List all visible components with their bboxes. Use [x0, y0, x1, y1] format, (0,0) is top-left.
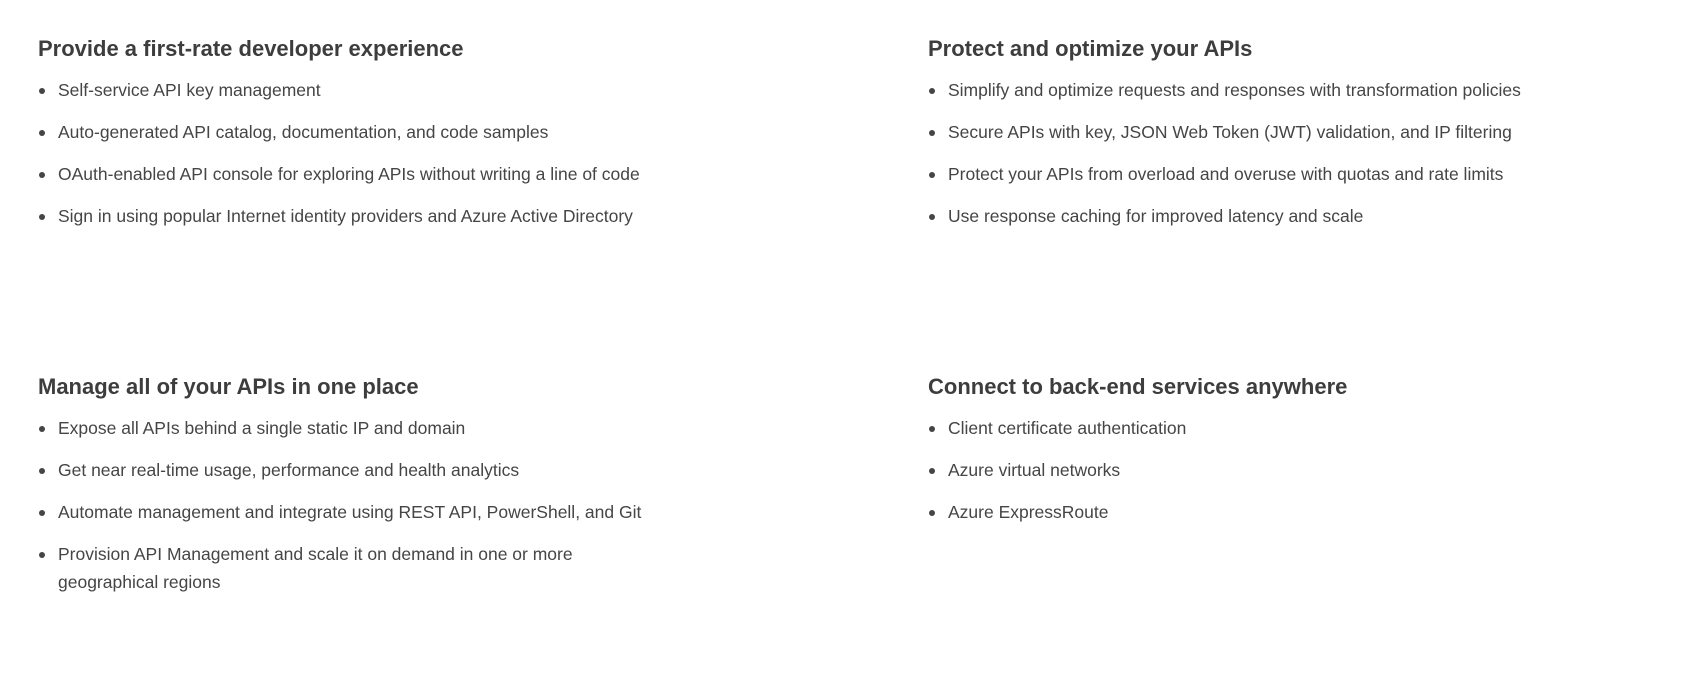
list-item-text: Protect your APIs from overload and over…	[948, 164, 1504, 184]
bullet-icon	[39, 468, 45, 474]
bullet-icon	[39, 510, 45, 516]
list-item: Expose all APIs behind a single static I…	[38, 414, 648, 442]
bullet-icon	[929, 214, 935, 220]
feature-list: Simplify and optimize requests and respo…	[928, 76, 1538, 230]
bullet-icon	[929, 468, 935, 474]
list-item-text: Use response caching for improved latenc…	[948, 206, 1364, 226]
list-item-text: Azure ExpressRoute	[948, 502, 1109, 522]
list-item-text: Secure APIs with key, JSON Web Token (JW…	[948, 122, 1512, 142]
bullet-icon	[39, 172, 45, 178]
list-item-text: Azure virtual networks	[948, 460, 1121, 480]
list-item-text: Self-service API key management	[58, 80, 321, 100]
section-connect-backend: Connect to back-end services anywhere Cli…	[928, 372, 1538, 540]
feature-list: Self-service API key management Auto-gene…	[38, 76, 648, 230]
list-item: Secure APIs with key, JSON Web Token (JW…	[928, 118, 1538, 146]
bullet-icon	[929, 88, 935, 94]
list-item: Get near real-time usage, performance an…	[38, 456, 648, 484]
bullet-icon	[929, 510, 935, 516]
list-item-text: OAuth-enabled API console for exploring …	[58, 164, 640, 184]
list-item-text: Expose all APIs behind a single static I…	[58, 418, 466, 438]
list-item: Client certificate authentication	[928, 414, 1538, 442]
section-title: Manage all of your APIs in one place	[38, 374, 419, 399]
list-item-text: Simplify and optimize requests and respo…	[948, 80, 1521, 100]
list-item: Sign in using popular Internet identity …	[38, 202, 648, 230]
bullet-icon	[39, 130, 45, 136]
bullet-icon	[39, 88, 45, 94]
list-item-text: Auto-generated API catalog, documentatio…	[58, 122, 549, 142]
list-item: Provision API Management and scale it on…	[38, 540, 648, 596]
bullet-icon	[39, 426, 45, 432]
section-developer-experience: Provide a first-rate developer experienc…	[38, 34, 648, 244]
list-item: Azure ExpressRoute	[928, 498, 1538, 526]
section-title: Protect and optimize your APIs	[928, 36, 1253, 61]
bullet-icon	[929, 130, 935, 136]
feature-list: Client certificate authentication Azure v…	[928, 414, 1538, 526]
list-item: Use response caching for improved latenc…	[928, 202, 1538, 230]
bullet-icon	[929, 172, 935, 178]
section-protect-optimize: Protect and optimize your APIs Simplify a…	[928, 34, 1538, 244]
list-item-text: Sign in using popular Internet identity …	[58, 206, 633, 226]
list-item-text: Provision API Management and scale it on…	[58, 544, 573, 592]
list-item: OAuth-enabled API console for exploring …	[38, 160, 648, 188]
list-item: Self-service API key management	[38, 76, 648, 104]
section-title: Connect to back-end services anywhere	[928, 374, 1348, 399]
list-item-text: Client certificate authentication	[948, 418, 1187, 438]
list-item-text: Automate management and integrate using …	[58, 502, 642, 522]
section-manage-apis: Manage all of your APIs in one place Expo…	[38, 372, 648, 610]
bullet-icon	[39, 214, 45, 220]
list-item: Simplify and optimize requests and respo…	[928, 76, 1538, 104]
list-item: Automate management and integrate using …	[38, 498, 648, 526]
bullet-icon	[39, 552, 45, 558]
section-title: Provide a first-rate developer experienc…	[38, 36, 464, 61]
list-item: Auto-generated API catalog, documentatio…	[38, 118, 648, 146]
list-item-text: Get near real-time usage, performance an…	[58, 460, 520, 480]
bullet-icon	[929, 426, 935, 432]
list-item: Protect your APIs from overload and over…	[928, 160, 1538, 188]
feature-list: Expose all APIs behind a single static I…	[38, 414, 648, 596]
list-item: Azure virtual networks	[928, 456, 1538, 484]
